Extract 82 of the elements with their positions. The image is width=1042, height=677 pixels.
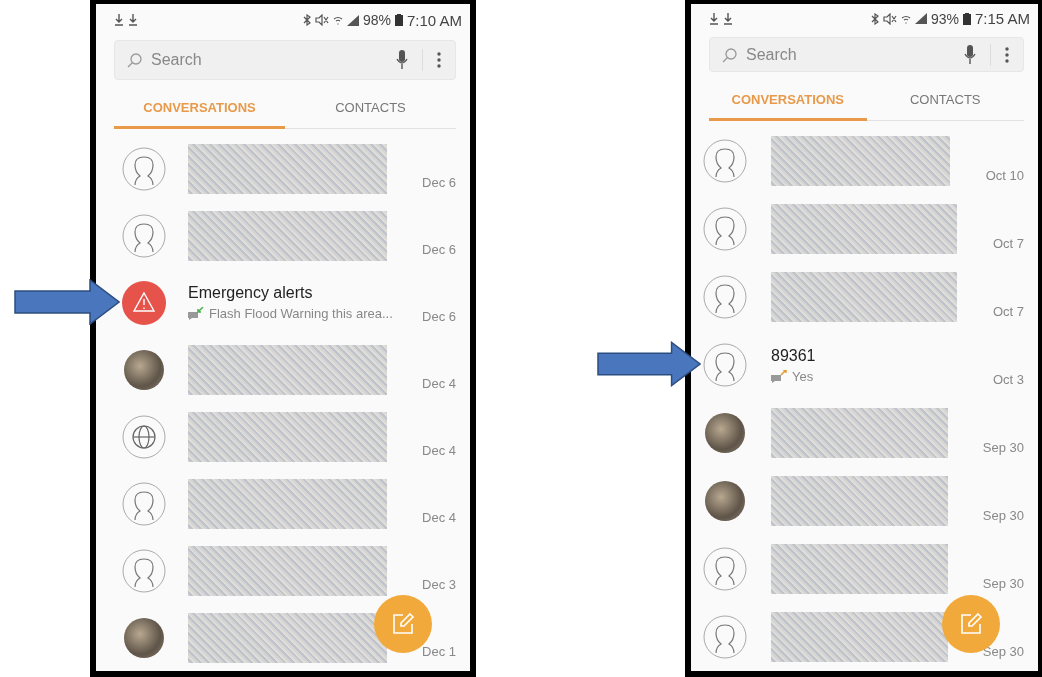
- signal-icon: [914, 13, 927, 25]
- person-avatar-icon: [122, 146, 166, 191]
- compose-icon: [959, 612, 983, 636]
- microphone-icon[interactable]: [396, 50, 408, 70]
- photo-placeholder: [124, 349, 164, 390]
- message-preview: Yes: [792, 368, 814, 384]
- conversation-item[interactable]: Dec 6: [122, 202, 470, 269]
- message-date: Dec 1: [422, 644, 456, 659]
- compose-icon: [391, 612, 415, 636]
- message-date: Dec 3: [422, 577, 456, 592]
- battery-icon: [962, 12, 971, 25]
- conversation-item[interactable]: Oct 7: [703, 263, 1038, 331]
- person-avatar-icon: [703, 207, 747, 251]
- conversation-item[interactable]: Sep 30: [703, 603, 1038, 671]
- conversation-item[interactable]: Dec 4: [122, 403, 470, 470]
- globe-avatar-icon: [122, 414, 166, 459]
- warning-avatar-icon: [122, 280, 166, 325]
- photo-placeholder: [705, 481, 745, 521]
- more-options-icon[interactable]: [1005, 46, 1009, 63]
- message-date: Oct 10: [985, 168, 1024, 183]
- message-date: Sep 30: [982, 508, 1024, 523]
- message-date: Dec 4: [422, 510, 456, 525]
- photo-placeholder: [124, 617, 164, 658]
- tab[interactable]: CONVERSATIONS: [709, 80, 867, 121]
- search-bar[interactable]: Search: [114, 40, 456, 80]
- message-date: Dec 6: [422, 242, 456, 257]
- message-date: Dec 6: [422, 309, 456, 324]
- tab[interactable]: CONVERSATIONS: [114, 88, 285, 129]
- search-bar[interactable]: Search: [709, 37, 1024, 72]
- tab[interactable]: CONTACTS: [285, 88, 456, 129]
- conversation-item[interactable]: Oct 10: [703, 127, 1038, 195]
- tab[interactable]: CONTACTS: [866, 80, 1024, 121]
- person-avatar-icon: [122, 548, 166, 593]
- microphone-icon[interactable]: [964, 44, 976, 65]
- message-date: Oct 3: [992, 372, 1024, 387]
- conversation-item[interactable]: Emergency alerts Flash Flood Warning this area... Dec 6: [122, 269, 470, 336]
- message-date: Sep 30: [982, 440, 1024, 455]
- person-avatar-icon: [122, 481, 166, 526]
- bluetooth-icon: [870, 12, 879, 25]
- person-avatar-icon: [122, 213, 166, 258]
- message-date: Sep 30: [982, 576, 1024, 591]
- message-preview: Flash Flood Warning this area...: [209, 306, 393, 321]
- search-icon: [127, 52, 143, 68]
- person-avatar-icon: [703, 547, 747, 591]
- message-date: Sep 30: [982, 644, 1024, 659]
- mute-icon: [882, 12, 897, 25]
- search-field[interactable]: Search: [746, 45, 956, 64]
- clock-time: 7:10 AM: [406, 11, 462, 29]
- conversation-title: Emergency alerts: [188, 284, 314, 302]
- mute-icon: [314, 14, 329, 26]
- conversation-title: 89361: [771, 346, 817, 365]
- conversation-item[interactable]: Sep 30: [703, 535, 1038, 603]
- conversation-item[interactable]: 89361 Yes Oct 3: [703, 331, 1038, 399]
- conversation-item[interactable]: Dec 4: [122, 470, 470, 537]
- wifi-icon: [900, 13, 911, 24]
- person-avatar-icon: [703, 139, 747, 183]
- more-options-icon[interactable]: [437, 52, 441, 68]
- battery-percent: 93%: [930, 10, 959, 27]
- person-avatar-icon: [703, 275, 747, 319]
- search-icon: [722, 46, 738, 63]
- conversation-item[interactable]: Dec 6: [122, 135, 470, 202]
- message-date: Oct 7: [992, 236, 1024, 251]
- clock-time: 7:15 AM: [974, 10, 1030, 28]
- search-field[interactable]: Search: [151, 51, 388, 69]
- bluetooth-icon: [302, 14, 311, 26]
- battery-icon: [394, 14, 403, 26]
- conversation-item[interactable]: Sep 30: [703, 467, 1038, 535]
- battery-percent: 98%: [362, 12, 391, 28]
- message-date: Dec 4: [422, 443, 456, 458]
- message-date: Oct 7: [992, 304, 1024, 319]
- conversation-item[interactable]: Dec 1: [122, 604, 470, 671]
- conversation-item[interactable]: Sep 30: [703, 399, 1038, 467]
- message-date: Dec 4: [422, 376, 456, 391]
- person-avatar-icon: [703, 343, 747, 387]
- wifi-icon: [332, 15, 343, 25]
- conversation-item[interactable]: Dec 3: [122, 537, 470, 604]
- message-date: Dec 6: [422, 175, 456, 190]
- conversation-item[interactable]: Oct 7: [703, 195, 1038, 263]
- conversation-item[interactable]: Dec 4: [122, 336, 470, 403]
- photo-placeholder: [705, 413, 745, 453]
- person-avatar-icon: [703, 615, 747, 659]
- signal-icon: [346, 14, 359, 26]
